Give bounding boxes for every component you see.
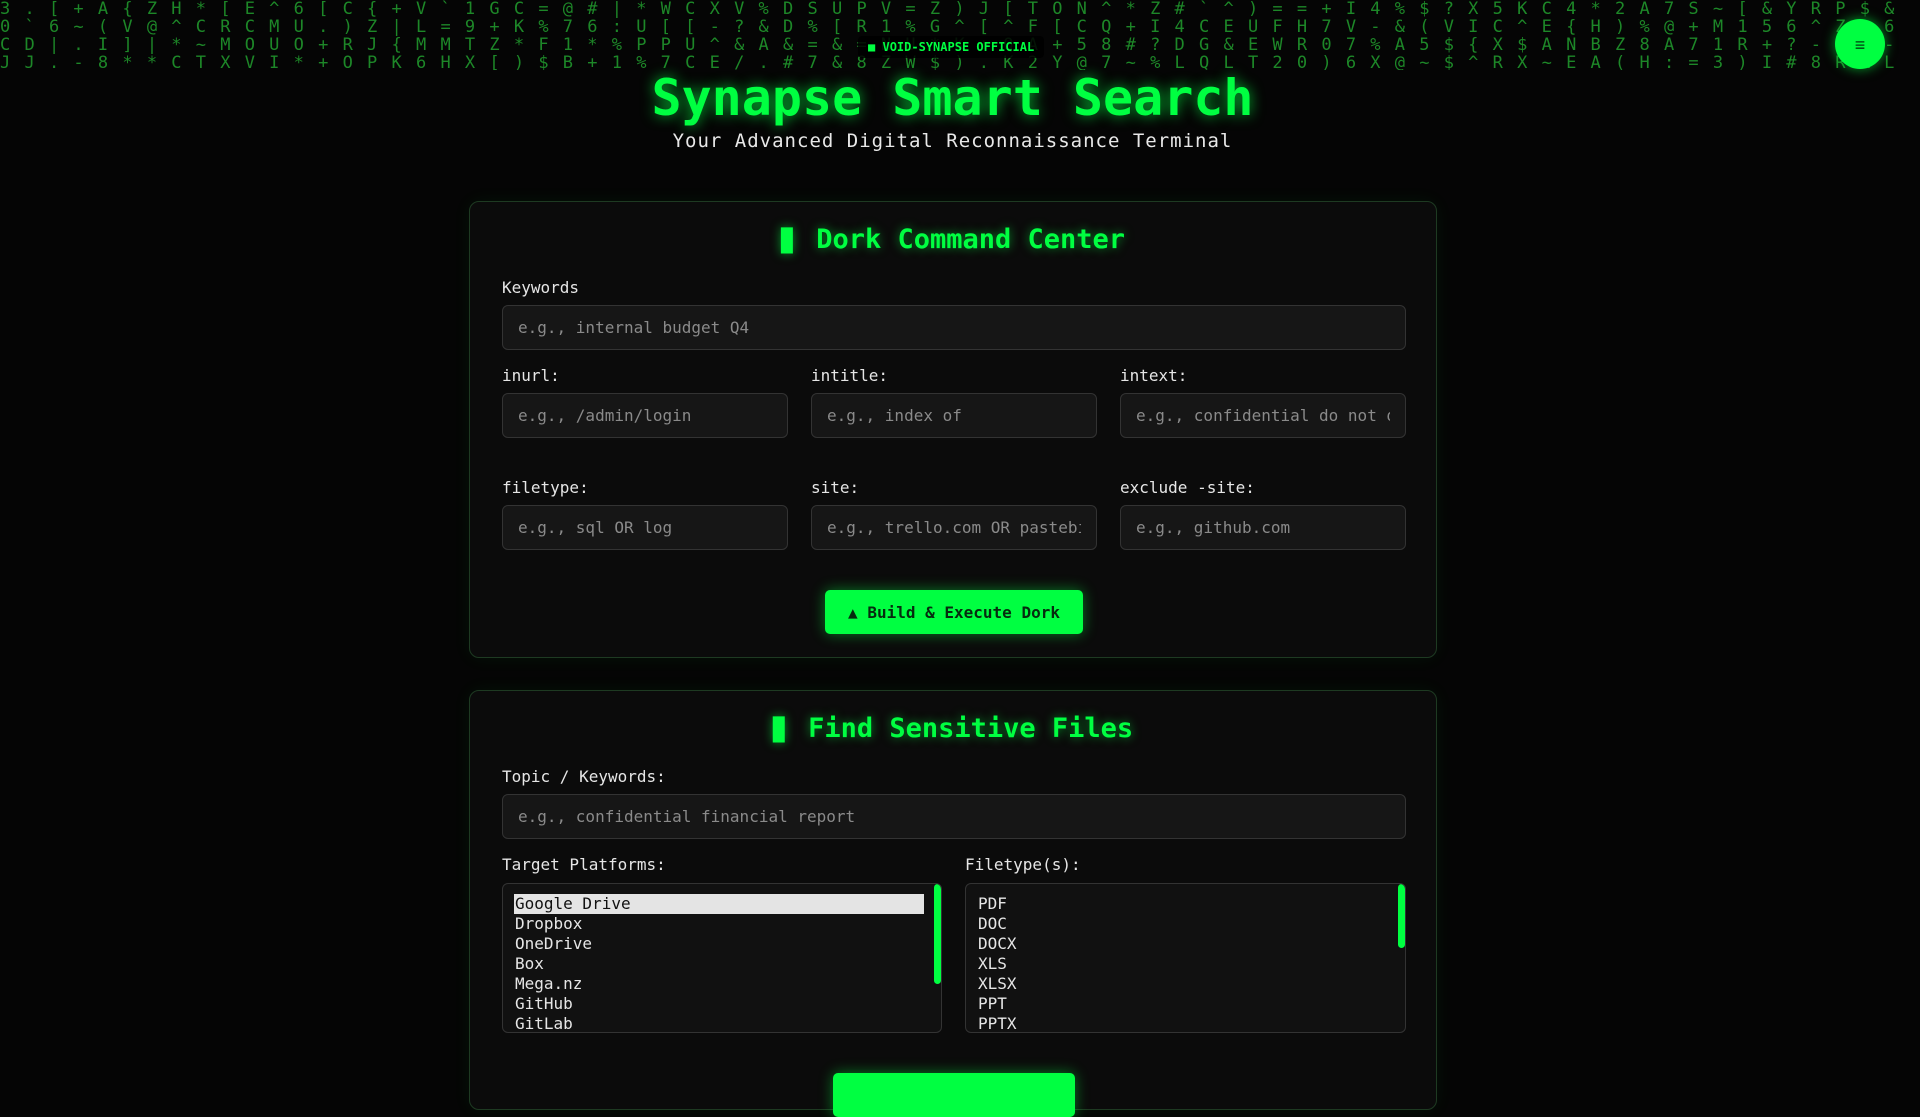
platform-option-gitlab[interactable]: GitLab [514, 1014, 931, 1032]
filetypes-label: Filetype(s): [965, 855, 1081, 874]
filetype-option-xls[interactable]: XLS [977, 954, 1395, 974]
dork-command-center-card: ▉ Dork Command Center Keywords inurl: int… [469, 201, 1437, 658]
intext-label: intext: [1120, 366, 1188, 385]
inurl-input[interactable] [502, 393, 788, 438]
filetypes-listbox[interactable]: PDF DOC DOCX XLS XLSX PPT PPTX [965, 883, 1406, 1033]
filetype-input[interactable] [502, 505, 788, 550]
platform-option-box[interactable]: Box [514, 954, 931, 974]
matrix-line: 3 . [ + A { Z H * [ E ^ 6 [ C { + V ` 1 … [0, 0, 1905, 18]
filetype-option-xlsx[interactable]: XLSX [977, 974, 1395, 994]
rocket-icon: ▲ [848, 602, 858, 622]
official-badge: ■ VOID-SYNAPSE OFFICIAL [858, 36, 1045, 58]
file-icon: ▉ [772, 718, 787, 743]
platforms-scrollbar[interactable] [934, 884, 941, 984]
filetype-option-doc[interactable]: DOC [977, 914, 1395, 934]
official-badge-label: VOID-SYNAPSE OFFICIAL [882, 40, 1035, 54]
site-input[interactable] [811, 505, 1097, 550]
intitle-input[interactable] [811, 393, 1097, 438]
page-subtitle: Your Advanced Digital Reconnaissance Ter… [672, 130, 1233, 152]
filetype-option-pptx[interactable]: PPTX [977, 1014, 1395, 1032]
build-execute-dork-label: Build & Execute Dork [867, 602, 1060, 622]
dork-command-center-title: ▉ Dork Command Center [470, 224, 1436, 255]
platform-option-onedrive[interactable]: OneDrive [514, 934, 931, 954]
filetype-option-ppt[interactable]: PPT [977, 994, 1395, 1014]
build-execute-dork-button[interactable]: ▲ Build & Execute Dork [825, 590, 1083, 634]
dork-command-center-title-text: Dork Command Center [816, 224, 1126, 255]
page-title: Synapse Smart Search [651, 69, 1254, 127]
platform-option-google-drive[interactable]: Google Drive [514, 894, 924, 914]
filetypes-scrollbar[interactable] [1398, 884, 1405, 948]
inurl-label: inurl: [502, 366, 560, 385]
matrix-background: 3 . [ + A { Z H * [ E ^ 6 [ C { + V ` 1 … [0, 0, 1905, 70]
platform-option-dropbox[interactable]: Dropbox [514, 914, 931, 934]
page-header: Synapse Smart Search Your Advanced Digit… [0, 68, 1905, 152]
filetype-label: filetype: [502, 478, 589, 497]
filetype-option-pdf[interactable]: PDF [977, 894, 1395, 914]
intext-input[interactable] [1120, 393, 1406, 438]
matrix-line: 0 ` 6 ~ ( V @ ^ C R C M U . ) Z | L = 9 … [0, 18, 1905, 36]
menu-icon: ≡ [1854, 35, 1866, 55]
find-sensitive-files-card: ▉ Find Sensitive Files Topic / Keywords: … [469, 690, 1437, 1117]
exclude-site-input[interactable] [1120, 505, 1406, 550]
topic-input[interactable] [502, 794, 1406, 839]
keywords-label: Keywords [502, 278, 580, 297]
platform-option-mega[interactable]: Mega.nz [514, 974, 931, 994]
menu-button[interactable]: ≡ [1835, 19, 1885, 69]
terminal-icon: ▉ [780, 229, 795, 254]
site-label: site: [811, 478, 860, 497]
platform-option-github[interactable]: GitHub [514, 994, 931, 1014]
target-platforms-label: Target Platforms: [502, 855, 666, 874]
keywords-input[interactable] [502, 305, 1406, 350]
shield-icon: ■ [868, 40, 876, 54]
intitle-label: intitle: [811, 366, 889, 385]
exclude-site-label: exclude -site: [1120, 478, 1255, 497]
find-sensitive-files-title: ▉ Find Sensitive Files [470, 713, 1436, 744]
filetype-option-docx[interactable]: DOCX [977, 934, 1395, 954]
find-sensitive-files-title-text: Find Sensitive Files [808, 713, 1134, 744]
topic-label: Topic / Keywords: [502, 767, 666, 786]
target-platforms-listbox[interactable]: Google Drive Dropbox OneDrive Box Mega.n… [502, 883, 942, 1033]
